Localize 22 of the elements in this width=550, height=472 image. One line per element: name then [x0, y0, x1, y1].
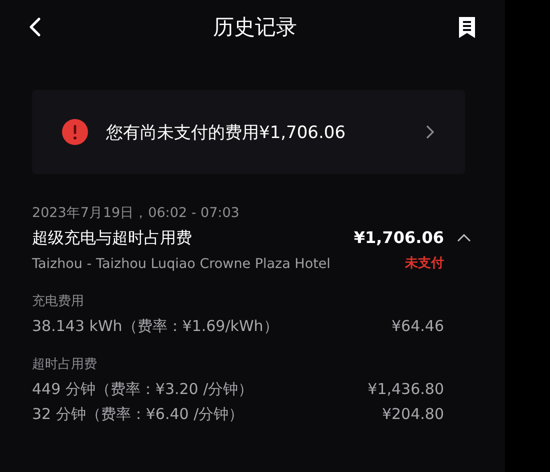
record-amount: ¥1,706.06: [354, 227, 444, 249]
back-icon: [29, 17, 41, 37]
record-title: 超级充电与超时占用费: [32, 227, 193, 249]
fee-amount: ¥204.80: [382, 404, 444, 425]
fee-amount: ¥1,436.80: [368, 379, 444, 400]
alert-icon: [62, 119, 88, 145]
unpaid-notice[interactable]: 您有尚未支付的费用¥1,706.06: [32, 90, 465, 174]
receipt-button[interactable]: [459, 16, 475, 38]
chevron-up-icon: [457, 234, 471, 242]
station-location: Taizhou - Taizhou Luqiao Crowne Plaza Hotel: [32, 255, 332, 274]
payment-status: 未支付: [405, 255, 444, 273]
fee-category: 充电费用: [32, 293, 85, 311]
fee-amount: ¥64.46: [392, 316, 444, 337]
record-date: 2023年7月19日，06:02 - 07:03: [32, 204, 240, 223]
receipt-icon: [459, 16, 475, 38]
fee-detail: 449 分钟（费率：¥3.20 /分钟）: [32, 379, 254, 400]
back-button[interactable]: [29, 17, 41, 37]
fee-detail: 32 分钟（费率：¥6.40 /分钟）: [32, 404, 244, 425]
fee-detail: 38.143 kWh（费率：¥1.69/kWh）: [32, 316, 278, 337]
chevron-right-icon: [425, 124, 435, 140]
page-title: 历史记录: [213, 14, 297, 41]
fee-category: 超时占用费: [32, 356, 98, 374]
